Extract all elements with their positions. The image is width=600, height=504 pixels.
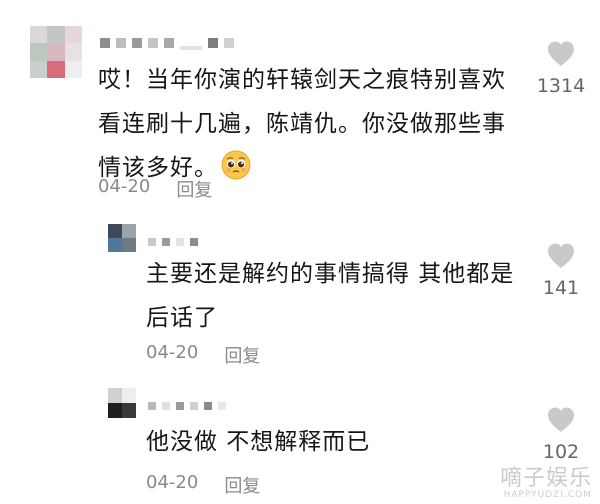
- watermark-main: 嘀子娱乐: [499, 466, 592, 491]
- comment-text: 主要还是解约的事情搞得 其他都是后话了: [146, 252, 516, 340]
- avatar[interactable]: [108, 388, 136, 418]
- like-control[interactable]: 1314: [526, 40, 596, 97]
- comment-text: 他没做 不想解释而已: [146, 420, 516, 464]
- comment-meta: 04-20 回复: [146, 342, 260, 368]
- avatar[interactable]: [108, 224, 136, 252]
- comment-text: 哎！当年你演的轩辕剑天之痕特别喜欢看连刷十几遍，陈靖仇。你没做那些事情该多好。: [98, 58, 510, 190]
- comment-text-content: 哎！当年你演的轩辕剑天之痕特别喜欢看连刷十几遍，陈靖仇。你没做那些事情该多好。: [98, 67, 506, 181]
- comment-meta: 04-20 回复: [98, 176, 212, 202]
- like-control[interactable]: 102: [526, 406, 596, 463]
- watermark-sub: HAPPYUDZI.COM: [503, 490, 592, 500]
- like-control[interactable]: 141: [526, 242, 596, 299]
- avatar[interactable]: [30, 26, 82, 78]
- comment-meta: 04-20 回复: [146, 472, 260, 498]
- heart-icon[interactable]: [546, 40, 576, 67]
- comment-text-content: 主要还是解约的事情搞得 其他都是后话了: [146, 261, 515, 331]
- username[interactable]: [100, 36, 234, 50]
- like-count: 1314: [536, 75, 586, 97]
- heart-icon[interactable]: [546, 242, 576, 269]
- comment-date: 04-20: [146, 342, 199, 363]
- like-count: 102: [542, 441, 580, 463]
- reply-button[interactable]: 回复: [176, 176, 212, 202]
- comment-date: 04-20: [146, 472, 199, 493]
- heart-icon[interactable]: [546, 406, 576, 433]
- username[interactable]: [148, 402, 226, 410]
- pleading-face-icon: [221, 150, 251, 180]
- comment-date: 04-20: [98, 176, 151, 197]
- like-count: 141: [542, 277, 580, 299]
- username[interactable]: [148, 238, 198, 246]
- comment-text-content: 他没做 不想解释而已: [146, 429, 371, 455]
- reply-button[interactable]: 回复: [224, 472, 260, 498]
- watermark: 嘀子娱乐 HAPPYUDZI.COM: [500, 460, 592, 500]
- reply-button[interactable]: 回复: [224, 342, 260, 368]
